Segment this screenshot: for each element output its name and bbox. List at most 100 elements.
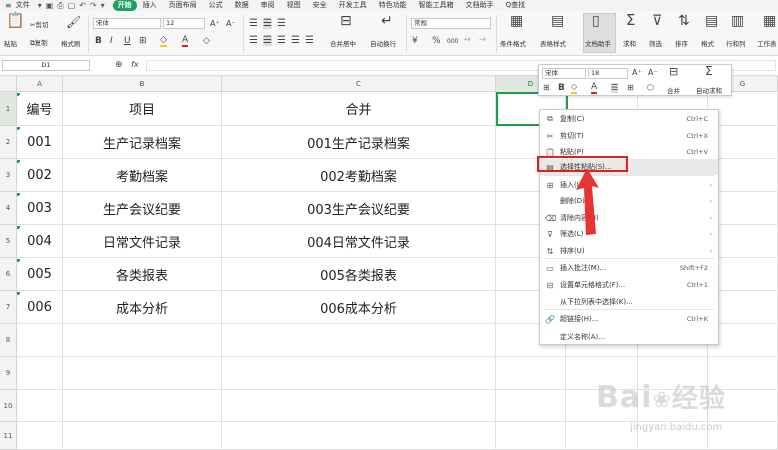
menu-file[interactable]: 文件 — [14, 0, 36, 11]
row-header-1[interactable]: 1 — [0, 92, 17, 126]
cell-a2[interactable]: 001 — [17, 126, 63, 158]
cell-a10[interactable] — [17, 390, 63, 421]
format-painter-icon[interactable]: 🖌 — [66, 16, 81, 28]
dropdown-icon[interactable]: ▾ — [36, 1, 44, 10]
row-header-4[interactable]: 4 — [0, 192, 17, 225]
cell-b7[interactable]: 成本分析 — [63, 291, 222, 323]
cell-a5[interactable]: 004 — [17, 225, 63, 257]
hamburger-icon[interactable]: ≡ — [3, 1, 14, 10]
sum-button[interactable]: 求和 — [623, 38, 636, 48]
menu-tab-9[interactable]: 特色功能 — [373, 0, 413, 11]
cell-c7[interactable]: 006成本分析 — [222, 291, 496, 323]
menu-tab-4[interactable]: 数据 — [229, 0, 255, 11]
context-menu-item-1[interactable]: ✂ 剪切(T) Ctrl+X — [540, 128, 718, 144]
cell-c2[interactable]: 001生产记录档案 — [222, 126, 496, 158]
menu-tab-7[interactable]: 安全 — [307, 0, 333, 11]
cell-c6[interactable]: 005各类报表 — [222, 258, 496, 290]
row-header-6[interactable]: 6 — [0, 258, 17, 291]
mini-font-name-select[interactable]: 宋体 — [542, 68, 586, 79]
cell-a1[interactable]: 编号 — [17, 92, 63, 125]
distribute-icon[interactable]: ☰ — [305, 36, 314, 46]
cell-c9[interactable] — [222, 357, 496, 389]
mini-increase-font-icon[interactable]: A⁺ — [632, 68, 642, 78]
cut-button[interactable]: ✂剪切 — [30, 19, 48, 29]
menu-tab-10[interactable]: 智能工具箱 — [413, 0, 460, 11]
fill-color-icon[interactable]: ◇ — [160, 35, 167, 47]
conditional-format-icon[interactable]: ▦ — [510, 14, 523, 28]
quick-access-print-icon[interactable]: ⎙ — [55, 1, 65, 11]
copy-button[interactable]: ⧉复制 — [30, 37, 48, 48]
mini-format-icon[interactable]: ⊞ — [543, 83, 550, 93]
cell-b1[interactable]: 项目 — [63, 92, 222, 125]
align-middle-icon[interactable]: ☰ — [263, 19, 272, 29]
menu-tab-6[interactable]: 视图 — [281, 0, 307, 11]
bold-icon[interactable]: B — [95, 36, 102, 46]
align-right-icon[interactable]: ☰ — [277, 36, 286, 46]
row-header-8[interactable]: 8 — [0, 324, 17, 357]
more-icon[interactable]: ▾ — [99, 1, 107, 10]
menu-tab-8[interactable]: 开发工具 — [333, 0, 373, 11]
mini-bold-icon[interactable]: B — [558, 83, 565, 93]
rows-cols-icon[interactable]: ▥ — [731, 14, 744, 28]
menu-tab-1[interactable]: 插入 — [137, 0, 163, 11]
redo-icon[interactable]: ↷ — [88, 1, 99, 10]
wrap-text-icon[interactable]: ↵ — [381, 14, 393, 28]
row-header-9[interactable]: 9 — [0, 357, 17, 390]
decrease-font-icon[interactable]: A⁻ — [226, 19, 236, 29]
context-menu-item-6[interactable]: ⌫ 清除内容(N) › — [540, 210, 718, 226]
mini-font-size-select[interactable]: 18 — [588, 68, 628, 79]
italic-icon[interactable]: I — [110, 36, 113, 46]
undo-icon[interactable]: ↶ — [77, 1, 88, 10]
paste-button-label[interactable]: 粘贴 — [4, 38, 17, 48]
cell-b10[interactable] — [63, 390, 222, 421]
cell-a11[interactable] — [17, 422, 63, 449]
sum-icon[interactable]: Σ — [626, 13, 635, 28]
cell-c3[interactable]: 002考勤档案 — [222, 159, 496, 191]
cell-a7[interactable]: 006 — [17, 291, 63, 323]
cell-c4[interactable]: 003生产会议纪要 — [222, 192, 496, 224]
context-menu-item-7[interactable]: ⊽ 筛选(L) › — [540, 226, 718, 242]
menu-tab-11[interactable]: 文档助手 — [460, 0, 500, 11]
cell-d11[interactable] — [496, 422, 566, 449]
wrap-text-button[interactable]: 自动换行 — [370, 38, 396, 48]
cell-b9[interactable] — [63, 357, 222, 389]
cell-b11[interactable] — [63, 422, 222, 449]
row-header-5[interactable]: 5 — [0, 225, 17, 258]
name-box[interactable]: D1 — [2, 60, 90, 71]
border-icon[interactable]: ⊞ — [139, 36, 147, 46]
mini-sum-icon[interactable]: Σ — [705, 65, 713, 77]
row-header-3[interactable]: 3 — [0, 159, 17, 192]
cell-b5[interactable]: 日常文件记录 — [63, 225, 222, 257]
context-menu-item-13[interactable]: 定义名称(A)... — [540, 329, 718, 345]
font-name-select[interactable]: 宋体 — [93, 18, 161, 29]
column-header-c[interactable]: C — [222, 76, 496, 92]
thousands-button[interactable]: 000 — [447, 37, 458, 47]
cell-c11[interactable] — [222, 422, 496, 449]
context-menu-item-4[interactable]: ⊞ 插入(I) › — [540, 177, 718, 193]
mini-autosum-button[interactable]: 自动求和 — [696, 85, 722, 95]
cell-c10[interactable] — [222, 390, 496, 421]
cell-b4[interactable]: 生产会议纪要 — [63, 192, 222, 224]
conditional-format-button[interactable]: 条件格式 — [500, 38, 526, 48]
format-button[interactable]: 格式 — [701, 38, 714, 48]
cell-b2[interactable]: 生产记录档案 — [63, 126, 222, 158]
format-icon[interactable]: ▤ — [705, 14, 718, 28]
cell-c8[interactable] — [222, 324, 496, 356]
mini-merge-button[interactable]: 合并 — [667, 85, 680, 95]
menu-tab-0[interactable]: 开始 — [112, 0, 137, 11]
cell-b3[interactable]: 考勤档案 — [63, 159, 222, 191]
menu-tab-3[interactable]: 公式 — [203, 0, 229, 11]
cell-a3[interactable]: 002 — [17, 159, 63, 191]
zoom-icon[interactable]: ⊕ — [115, 60, 123, 70]
column-header-b[interactable]: B — [63, 76, 222, 92]
mini-decrease-font-icon[interactable]: A⁻ — [648, 68, 658, 78]
merge-center-button[interactable]: 合并居中 — [330, 38, 356, 48]
increase-font-icon[interactable]: A⁺ — [210, 19, 220, 29]
align-bottom-icon[interactable]: ☰ — [277, 19, 286, 29]
cell-d10[interactable] — [496, 390, 566, 421]
currency-icon[interactable]: ¥ — [412, 36, 418, 46]
mini-fill-color-icon[interactable]: ◇ — [571, 82, 578, 94]
table-style-icon[interactable]: ▤ — [551, 14, 564, 28]
merge-center-icon[interactable]: ⊟ — [340, 14, 352, 28]
filter-icon[interactable]: ⊽ — [652, 14, 662, 28]
